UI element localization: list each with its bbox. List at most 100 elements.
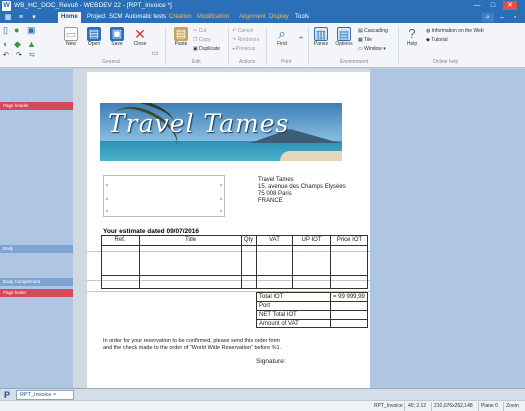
document-tab-rpt-invoice[interactable]: RPT_Invoice × xyxy=(16,390,74,400)
column-header-ref[interactable]: Ref. xyxy=(101,237,139,243)
tab-modification[interactable]: Modification xyxy=(194,12,232,23)
collapse-arrow-icon[interactable]: ⌃ xyxy=(296,35,306,46)
group-separator xyxy=(228,27,229,65)
information-web-button[interactable]: ◍ Information on the Web xyxy=(426,28,484,34)
pane-letter-icon[interactable]: P xyxy=(4,390,10,400)
close-window-button[interactable]: ✕ xyxy=(503,1,517,10)
status-plane: Plane 0 xyxy=(481,403,498,409)
copy-button[interactable]: ❐ Copy xyxy=(193,37,211,43)
new-button[interactable]: ▭ New xyxy=(62,27,80,47)
minimize-button[interactable]: — xyxy=(470,1,484,10)
group-label-actions: Actions xyxy=(239,59,256,65)
quick-access-dropdown-icon[interactable]: ▾ xyxy=(29,13,39,22)
order-note[interactable]: In order for your reservation to be conf… xyxy=(103,338,281,352)
column-header-price-iot[interactable]: Price IOT xyxy=(331,237,368,243)
cut-button[interactable]: ✂ Cut xyxy=(193,28,206,34)
banner-beach xyxy=(280,151,342,161)
window-button[interactable]: ▭ Window ▾ xyxy=(358,46,386,52)
totals-row-divider xyxy=(256,310,368,311)
search-icon[interactable]: ⌕ xyxy=(482,13,494,22)
column-header-title[interactable]: Title xyxy=(140,237,241,243)
logo-banner-image[interactable]: Travel Tames xyxy=(100,103,342,161)
estimate-title[interactable]: Your estimate dated 09/07/2016 xyxy=(103,228,199,235)
handle-dot xyxy=(220,210,222,212)
paste-button[interactable]: ▤ Paste xyxy=(172,27,190,47)
go-icon[interactable]: ◆ xyxy=(14,40,21,49)
note-line: and the check made to the order of "Worl… xyxy=(103,345,282,351)
band-body-complement[interactable]: Body Complement xyxy=(0,278,73,286)
totals-row-divider xyxy=(256,319,368,320)
find-button[interactable]: ⌕ Find xyxy=(273,27,291,48)
new-element-icon[interactable]: ▯ xyxy=(3,26,8,35)
tab-automatic-tests[interactable]: Automatic tests xyxy=(122,12,169,23)
ribbon-minimize-icon[interactable]: – xyxy=(497,13,507,22)
tab-alignment[interactable]: Alignment xyxy=(236,12,269,23)
tab-project[interactable]: Project xyxy=(84,12,109,23)
customer-address-box[interactable] xyxy=(103,175,225,217)
ribbon-restore-icon[interactable]: ▫ xyxy=(510,13,520,22)
band-page-header[interactable]: Page header xyxy=(0,102,73,110)
note-line: In order for your reservation to be conf… xyxy=(103,338,281,344)
cascading-button[interactable]: ▤ Cascading xyxy=(358,28,388,34)
status-zoom[interactable]: Zoom xyxy=(506,403,519,409)
panes-button[interactable]: ▥ Panes xyxy=(312,27,330,47)
tab-creation[interactable]: Creation xyxy=(166,12,195,23)
quick-access-list-icon[interactable]: ≡ xyxy=(16,13,26,22)
redo-button[interactable]: ↷ Re/do/ore xyxy=(232,37,260,43)
add-icon[interactable]: ● xyxy=(14,26,19,35)
column-header-up-iot[interactable]: UP IOT xyxy=(293,237,330,243)
save-icon: ▣ xyxy=(110,27,124,41)
help-button[interactable]: ? Help xyxy=(403,27,421,48)
open-button[interactable]: ▤ Open xyxy=(85,27,103,47)
browser-icon[interactable]: ◐ xyxy=(3,40,8,49)
maximize-button[interactable]: □ xyxy=(486,1,500,10)
totals-label-port[interactable]: Port xyxy=(259,303,270,309)
table-header-divider xyxy=(101,245,368,246)
totals-label-vat-amount[interactable]: Amount of VAT xyxy=(259,321,299,327)
undo-history-icon[interactable]: ↶ xyxy=(3,52,9,59)
table-row-divider xyxy=(101,275,368,276)
document-tab-bar: P RPT_Invoice × xyxy=(0,388,525,400)
redo-history-icon[interactable]: ↷ xyxy=(16,52,22,59)
options-button[interactable]: ▤ Options xyxy=(334,27,354,47)
group-label-print: Print xyxy=(281,59,292,65)
tab-home[interactable]: Home xyxy=(58,12,81,23)
status-divider xyxy=(478,402,479,411)
band-page-footer[interactable]: Page footer xyxy=(0,289,73,297)
tab-tools[interactable]: Tools xyxy=(292,12,312,23)
band-gutter: Page header Body Body Complement Page fo… xyxy=(0,69,73,388)
new-document-icon: ▭ xyxy=(64,27,78,41)
handle-dot xyxy=(220,198,222,200)
print-quick-icon[interactable]: ▭ xyxy=(150,49,160,57)
totals-label-total[interactable]: Total IOT xyxy=(259,294,283,300)
address-line: 75 008 Paris xyxy=(258,191,292,197)
tile-button[interactable]: ▦ Tile xyxy=(358,37,372,43)
group-label-edit: Edit xyxy=(192,59,201,65)
status-position: 40; 2.12 xyxy=(408,403,427,409)
duplicate-button[interactable]: ▣ Duplicate xyxy=(193,46,220,52)
compare-icon[interactable]: ⇆ xyxy=(29,52,35,59)
title-bar: W WB_HC_DOC_Revu8 - WEBDEV 22 - [RPT_Inv… xyxy=(0,0,525,12)
close-icon: ✕ xyxy=(134,26,146,42)
run-icon[interactable]: ▲ xyxy=(27,40,36,49)
previous-button[interactable]: ◂ Previous xyxy=(232,46,255,52)
totals-label-net-total[interactable]: NET Total IOT xyxy=(259,312,297,318)
address-line: FRANCE xyxy=(258,198,283,204)
totals-value-total[interactable]: = 99 999,99 xyxy=(333,294,365,300)
tutorial-button[interactable]: ◆ Tutorial xyxy=(426,37,448,43)
company-address[interactable]: Travel Tames 15, avenue des Champs Elysé… xyxy=(258,177,346,205)
close-button[interactable]: ✕ Close xyxy=(131,27,149,47)
band-body[interactable]: Body xyxy=(0,245,73,253)
items-table[interactable] xyxy=(101,235,368,289)
quick-access-menu-icon[interactable]: ▦ xyxy=(3,13,13,22)
signature-label[interactable]: Signature: xyxy=(256,358,286,365)
group-separator xyxy=(165,27,166,65)
tab-display[interactable]: Display xyxy=(266,12,292,23)
save-all-icon[interactable]: ▣ xyxy=(27,26,36,35)
save-button[interactable]: ▣ Save xyxy=(108,27,126,47)
column-header-vat[interactable]: VAT xyxy=(257,237,292,243)
table-col-divider xyxy=(139,235,140,289)
cancel-button[interactable]: ↶ Cancel xyxy=(232,28,253,34)
group-separator xyxy=(398,27,399,65)
column-header-qty[interactable]: Qty xyxy=(241,237,256,243)
